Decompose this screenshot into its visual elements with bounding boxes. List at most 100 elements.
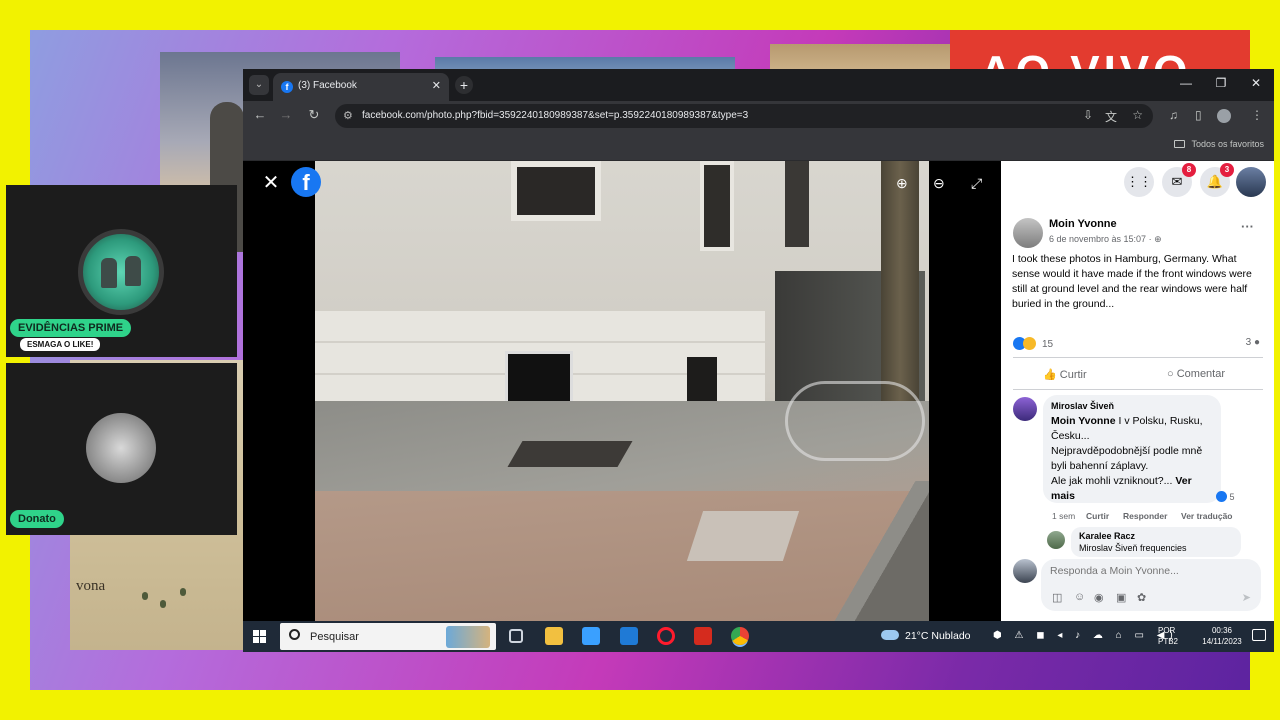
comment-author[interactable]: Miroslav Šiveň (1051, 401, 1213, 411)
chrome-icon[interactable] (731, 627, 749, 645)
post-author-name[interactable]: Moin Yvonne (1049, 218, 1117, 230)
reply-bubble: Karalee Racz Miroslav Šiveň frequencies (1071, 527, 1241, 557)
comment-bubble: Miroslav Šiveň Moin Yvonne I v Polsku, R… (1043, 395, 1221, 503)
amd-icon[interactable] (694, 627, 712, 645)
comment-bubble-icon: ● (1253, 337, 1260, 348)
comment-like-count[interactable]: 5 (1216, 491, 1235, 502)
reload-button[interactable]: ↻ (305, 107, 323, 123)
fullscreen-icon[interactable]: ⤢ (971, 175, 982, 192)
streamer-name-badge: EVIDÊNCIAS PRIME (10, 319, 132, 337)
zoom-out-icon[interactable]: ⊖ (933, 175, 945, 192)
avatar-sticker-icon[interactable]: ✿ (1137, 591, 1146, 604)
tab-bar: ⌄ f (3) Facebook ✕ + — ❐ ✕ (243, 69, 1274, 101)
messenger-icon[interactable]: ✉ 8 (1162, 163, 1196, 197)
like-label: Curtir (1059, 369, 1087, 381)
all-bookmarks-button[interactable]: Todos os favoritos (1174, 139, 1264, 149)
comment-like-button[interactable]: Curtir (1086, 511, 1109, 521)
site-info-icon[interactable]: ⚙ (343, 109, 353, 122)
reply-composer[interactable]: ◫ ☺ ◉ ▣ ✿ ➤ (1041, 559, 1261, 611)
keyboard-layout: PTB2 (1158, 637, 1179, 646)
comment-count[interactable]: 3 ● (1246, 337, 1260, 348)
clock-date: 14/11/2023 (1202, 637, 1242, 646)
post-photo[interactable] (315, 161, 929, 621)
map-tree (142, 592, 148, 600)
start-pane (253, 637, 259, 643)
comment-reply-button[interactable]: Responder (1123, 511, 1167, 521)
close-viewer-icon[interactable]: ✕ (260, 170, 282, 195)
opera-icon[interactable] (657, 627, 675, 645)
tab-title: (3) Facebook (298, 80, 357, 91)
commenter-avatar[interactable] (1013, 397, 1037, 421)
my-avatar[interactable] (1013, 559, 1037, 583)
gif-icon[interactable]: ▣ (1116, 591, 1126, 604)
tab-search-button[interactable]: ⌄ (249, 75, 269, 95)
emoji-icon[interactable]: ☺ (1074, 591, 1085, 603)
mail-icon[interactable] (620, 627, 638, 645)
bookmark-star-icon[interactable]: ☆ (1132, 108, 1143, 122)
comment-translate-button[interactable]: Ver tradução (1181, 511, 1233, 521)
start-button[interactable] (253, 630, 266, 643)
language-code: POR (1158, 626, 1176, 635)
taskbar-clock[interactable]: 00:36 14/11/2023 (1198, 625, 1246, 647)
media-control-icon[interactable]: ♫ (1169, 108, 1178, 122)
facebook-logo-icon[interactable]: f (291, 167, 321, 197)
weather-widget[interactable]: 21°C Nublado (881, 630, 971, 642)
apps-menu-icon[interactable]: ⋮⋮ (1124, 167, 1154, 197)
tree-trunk (881, 161, 919, 401)
reply-input[interactable] (1050, 565, 1240, 577)
comment-icon: ○ (1167, 368, 1174, 380)
comment-button[interactable]: ○ Comentar (1167, 368, 1225, 380)
system-tray-icons[interactable]: ⬢ ⚠ ◼ ◂ ♪ ☁ ⌂ ▭ ◀) (993, 630, 1178, 641)
search-highlight-art (446, 626, 490, 648)
reply-author-avatar[interactable] (1047, 531, 1065, 549)
clock-time: 00:36 (1211, 626, 1233, 635)
forward-button[interactable]: → (277, 107, 295, 122)
notification-center-icon[interactable] (1252, 629, 1266, 641)
tab-facebook[interactable]: f (3) Facebook ✕ (273, 73, 449, 101)
like-reaction-icon (1216, 491, 1227, 502)
sticker-icon[interactable]: ◫ (1052, 591, 1062, 604)
browser-menu-icon[interactable]: ⋮ (1251, 108, 1263, 122)
comment-mention[interactable]: Moin Yvonne (1051, 415, 1116, 427)
streamer-avatar (86, 413, 156, 483)
browser-toolbar: ← → ↻ ⚙ facebook.com/photo.php?fbid=3592… (243, 101, 1274, 131)
post-author-avatar[interactable] (1013, 218, 1043, 248)
reply-author[interactable]: Karalee Racz (1079, 531, 1233, 541)
start-pane (260, 637, 266, 643)
send-icon[interactable]: ➤ (1242, 591, 1251, 604)
building-window (700, 161, 734, 251)
reaction-summary[interactable]: 15 (1013, 337, 1053, 350)
window-close-button[interactable]: ✕ (1246, 76, 1266, 90)
install-icon[interactable]: ⇩ (1083, 108, 1093, 122)
browser-window: ⌄ f (3) Facebook ✕ + — ❐ ✕ ← → ↻ ⚙ faceb… (243, 69, 1274, 652)
streamer-card-2: Donato (6, 363, 237, 535)
file-explorer-icon[interactable] (545, 627, 563, 645)
zoom-in-icon[interactable]: ⊕ (896, 175, 908, 192)
language-indicator[interactable]: POR PTB2 (1158, 625, 1178, 647)
url-text[interactable]: facebook.com/photo.php?fbid=359224018098… (362, 110, 748, 121)
start-pane (260, 630, 266, 636)
taskbar-search[interactable]: Pesquisar (280, 623, 496, 650)
notifications-icon[interactable]: 🔔 3 (1200, 163, 1234, 197)
weather-text: 21°C Nublado (905, 630, 971, 642)
window-minimize-button[interactable]: — (1176, 76, 1196, 90)
post-options-icon[interactable]: ··· (1241, 219, 1254, 234)
streamer-name-badge: Donato (10, 510, 64, 528)
account-avatar[interactable] (1236, 167, 1266, 197)
tab-close-icon[interactable]: ✕ (432, 79, 441, 92)
post-timestamp[interactable]: 6 de novembro às 15:07 · ⊕ (1049, 234, 1162, 245)
window-maximize-button[interactable]: ❐ (1211, 76, 1231, 90)
address-bar[interactable]: ⚙ facebook.com/photo.php?fbid=3592240180… (335, 104, 1153, 128)
task-view-icon[interactable] (509, 629, 523, 643)
side-panel-icon[interactable]: ▯ (1195, 108, 1202, 122)
profile-avatar[interactable] (1217, 109, 1231, 123)
store-icon[interactable] (582, 627, 600, 645)
bookmarks-bar: Todos os favoritos (243, 131, 1274, 161)
translate-icon[interactable]: 文 (1105, 108, 1117, 125)
new-tab-button[interactable]: + (455, 76, 473, 94)
camera-icon[interactable]: ◉ (1094, 591, 1104, 604)
comment-time[interactable]: 1 sem (1052, 511, 1075, 521)
folder-icon (1174, 140, 1186, 148)
like-button[interactable]: 👍 Curtir (1043, 368, 1087, 381)
back-button[interactable]: ← (251, 107, 269, 122)
